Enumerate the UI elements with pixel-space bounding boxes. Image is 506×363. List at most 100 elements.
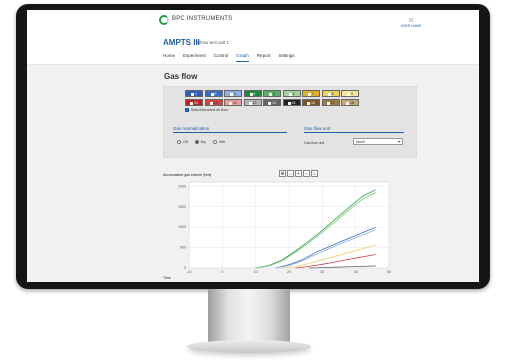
flow-cell-toggle[interactable]: 8 xyxy=(321,90,340,97)
flow-cell-swatch xyxy=(249,92,253,96)
flow-cell-swatch xyxy=(346,101,350,105)
flow-cell-toggle[interactable]: 4 xyxy=(243,90,262,97)
flow-cell-label: 16 xyxy=(311,101,315,105)
flow-cell-label: 9 xyxy=(351,92,353,96)
flow-cell-toggle[interactable]: 14 xyxy=(263,99,281,106)
flow-cell-toggle[interactable]: 10 xyxy=(185,99,203,106)
flow-cell-swatch xyxy=(191,92,195,96)
flow-cell-swatch xyxy=(347,92,351,96)
tab-graph[interactable]: Graph xyxy=(236,53,249,62)
flow-cell-label: 8 xyxy=(331,92,334,96)
flow-cell-toggle[interactable]: 1 xyxy=(185,90,203,97)
radio-off-label: Off xyxy=(183,140,188,144)
flow-cell-toggle[interactable]: 18 xyxy=(341,99,359,106)
user-icon: ☺ xyxy=(407,17,415,24)
flow-cell-toggle[interactable]: 7 xyxy=(302,90,320,97)
flow-cell-label: 4 xyxy=(253,92,256,96)
flow-cell-swatch xyxy=(308,92,312,96)
flow-cell-swatch xyxy=(326,101,330,105)
flow-cell-toggle[interactable]: 11 xyxy=(204,99,223,106)
select-all-checkbox[interactable] xyxy=(185,108,189,112)
brand-logo-icon xyxy=(159,15,169,25)
radio-wet-label: Wet xyxy=(219,140,226,144)
flow-cell-toggle[interactable]: 6 xyxy=(282,90,301,97)
tab-control[interactable]: Control xyxy=(214,53,229,62)
select-all-label: Select/Unselect all lines xyxy=(191,108,228,112)
x-tick-label: 30 xyxy=(320,270,324,274)
y-tick-label: 1500 xyxy=(178,205,186,209)
tab-settings[interactable]: Settings xyxy=(278,53,294,62)
user-menu[interactable]: ☺ USER NAME xyxy=(399,17,423,28)
flow-cell-toggle[interactable]: 2 xyxy=(204,90,223,97)
unit-heading: Gas flow unit xyxy=(304,126,331,131)
normalization-divider xyxy=(173,132,287,133)
gas-volume-chart: 0500100015002000-10 0 10 20 30 40 50 xyxy=(178,181,391,274)
flow-cell-label: 3 xyxy=(234,92,236,96)
flow-cell-toggle[interactable]: 15 xyxy=(282,99,301,106)
app-subtitle: Show test unit 1 xyxy=(197,40,230,45)
radio-wet[interactable]: Wet xyxy=(213,140,225,144)
app-screen: BPC INSTRUMENTS ☺ USER NAME AMPTS III Sh… xyxy=(27,10,479,282)
flow-cell-label: 12 xyxy=(233,101,237,105)
flow-cell-swatch xyxy=(230,92,234,96)
y-tick-label: 2000 xyxy=(178,184,186,188)
brand-name: BPC INSTRUMENTS xyxy=(172,16,233,22)
radio-off[interactable]: Off xyxy=(177,140,188,144)
flow-cell-toggle[interactable]: 3 xyxy=(224,90,242,97)
x-tick-label: 40 xyxy=(354,270,358,274)
flow-cell-swatch xyxy=(229,101,233,105)
flow-cell-label: 15 xyxy=(291,101,296,105)
flow-cell-label: 17 xyxy=(330,101,335,105)
flow-cell-swatch xyxy=(307,101,311,105)
chevron-down-icon: ▾ xyxy=(397,139,400,144)
flow-cell-toggle[interactable]: 5 xyxy=(263,90,281,97)
flow-cell-toggle[interactable]: 16 xyxy=(302,99,320,106)
flow-cell-swatch xyxy=(288,92,292,96)
normalization-options: Off Dry Wet xyxy=(177,140,225,144)
flow-cell-label: 14 xyxy=(272,101,276,105)
user-name: USER NAME xyxy=(400,24,422,28)
flow-cell-swatch xyxy=(209,101,213,105)
unit-divider xyxy=(304,132,404,133)
flow-cell-label: 13 xyxy=(252,101,257,105)
flow-cell-label: 18 xyxy=(350,101,354,105)
flow-cell-label: 2 xyxy=(214,92,217,96)
tab-experiment[interactable]: Experiment xyxy=(183,53,206,62)
main-tabs: Home Experiment Control Graph Report Set… xyxy=(163,53,295,62)
x-tick-label: 10 xyxy=(254,270,258,274)
flow-cell-swatch xyxy=(248,101,252,105)
flow-cell-label: 1 xyxy=(195,92,197,96)
flow-cell-swatch xyxy=(190,101,194,105)
flow-cell-toggle[interactable]: 12 xyxy=(224,99,242,106)
monitor-stand-base xyxy=(187,340,311,353)
chart-x-label: Time xyxy=(163,276,171,280)
normalization-heading: Gas normalization xyxy=(173,126,210,131)
flow-cell-label: 5 xyxy=(273,92,275,96)
flow-cell-swatch xyxy=(268,101,272,105)
monitor-stand-neck xyxy=(208,289,290,343)
flow-cell-label: 7 xyxy=(312,92,314,96)
flow-cell-label: 6 xyxy=(292,92,295,96)
app-header: BPC INSTRUMENTS ☺ USER NAME AMPTS III Sh… xyxy=(27,10,479,65)
app-title: AMPTS III xyxy=(163,38,200,47)
y-tick-label: 500 xyxy=(180,246,186,250)
x-tick-label: 20 xyxy=(287,270,291,274)
flow-cell-toggle[interactable]: 13 xyxy=(243,99,262,106)
radio-dry-label: Dry xyxy=(200,140,207,144)
flow-cell-label: 10 xyxy=(194,101,198,105)
x-tick-label: 50 xyxy=(387,270,391,274)
tab-home[interactable]: Home xyxy=(163,53,175,62)
unit-select-value: Nml/h xyxy=(356,140,366,144)
flow-cell-swatch xyxy=(287,101,291,105)
flow-cell-label: 11 xyxy=(213,101,218,105)
flow-cell-swatch xyxy=(327,92,331,96)
page-title: Gas flow xyxy=(164,72,198,81)
y-tick-label: 1000 xyxy=(178,225,186,229)
unit-select[interactable]: Nml/h ▾ xyxy=(353,138,403,145)
radio-dry[interactable]: Dry xyxy=(194,140,207,144)
tab-report[interactable]: Report xyxy=(257,53,271,62)
x-tick-label: -10 xyxy=(186,270,191,274)
flow-cell-toggle[interactable]: 9 xyxy=(341,90,359,97)
x-tick-label: 0 xyxy=(221,270,223,274)
flow-cell-toggle[interactable]: 17 xyxy=(321,99,340,106)
